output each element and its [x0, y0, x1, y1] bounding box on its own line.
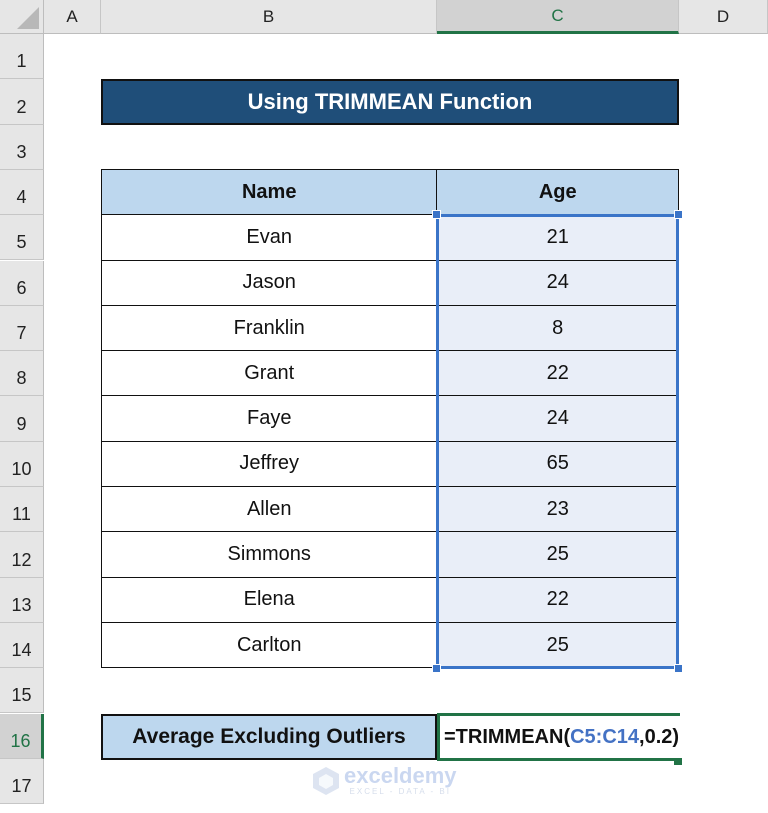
row-header-15[interactable]: 15 — [0, 668, 44, 714]
formula-cell-c16[interactable]: =TRIMMEAN(C5:C14,0.2) — [437, 713, 680, 761]
table-row: Jason 24 — [100, 259, 679, 306]
name-cell[interactable]: Allen — [100, 486, 438, 533]
row-header-10[interactable]: 10 — [0, 441, 44, 487]
table-row: Faye 24 — [100, 395, 679, 442]
age-cell[interactable]: 65 — [436, 440, 679, 488]
column-header-c[interactable]: C — [437, 0, 679, 34]
name-cell[interactable]: Grant — [100, 350, 438, 397]
name-cell[interactable]: Carlton — [100, 621, 438, 669]
row-header-14[interactable]: 14 — [0, 622, 44, 669]
watermark: exceldemy EXCEL - DATA - BI — [312, 765, 457, 796]
table-row: Allen 23 — [100, 486, 679, 533]
header-age[interactable]: Age — [436, 168, 679, 216]
row-header-12[interactable]: 12 — [0, 532, 44, 578]
row-header-8[interactable]: 8 — [0, 351, 44, 397]
table-row: Evan 21 — [100, 214, 679, 261]
age-cell[interactable]: 24 — [436, 395, 679, 442]
range-handle-top-right[interactable] — [674, 210, 683, 219]
row-header-3[interactable]: 3 — [0, 124, 44, 170]
watermark-tagline: EXCEL - DATA - BI — [349, 787, 451, 796]
formula-suffix: ,0.2) — [639, 725, 680, 748]
table-row: Jeffrey 65 — [100, 440, 679, 488]
row-header-4[interactable]: 4 — [0, 169, 44, 216]
formula-prefix: =TRIMMEAN( — [444, 725, 571, 748]
row-header-9[interactable]: 9 — [0, 396, 44, 442]
name-cell[interactable]: Elena — [100, 576, 438, 623]
watermark-brand: exceldemy — [344, 763, 457, 788]
name-cell[interactable]: Jason — [100, 259, 438, 306]
table-header-row: Name Age — [100, 168, 679, 216]
select-all-corner[interactable] — [0, 0, 44, 34]
age-cell[interactable]: 22 — [436, 576, 679, 623]
row-header-7[interactable]: 7 — [0, 305, 44, 352]
average-label-cell[interactable]: Average Excluding Outliers — [101, 714, 437, 760]
fill-handle[interactable] — [674, 758, 682, 765]
column-header-a[interactable]: A — [44, 0, 101, 34]
name-cell[interactable]: Evan — [100, 214, 438, 261]
table-row: Franklin 8 — [100, 304, 679, 352]
row-header-6[interactable]: 6 — [0, 260, 44, 306]
age-cell[interactable]: 21 — [436, 214, 679, 261]
age-cell[interactable]: 25 — [436, 531, 679, 578]
column-header-b[interactable]: B — [101, 0, 437, 34]
range-handle-top-left[interactable] — [432, 210, 441, 219]
row-header-11[interactable]: 11 — [0, 487, 44, 533]
formula-range-ref: C5:C14 — [570, 725, 640, 748]
age-cell[interactable]: 23 — [436, 486, 679, 533]
row-header-17[interactable]: 17 — [0, 758, 44, 805]
name-cell[interactable]: Faye — [100, 395, 438, 442]
age-cell[interactable]: 8 — [436, 304, 679, 352]
table-row: Elena 22 — [100, 576, 679, 623]
header-name[interactable]: Name — [100, 168, 438, 216]
table-row: Carlton 25 — [100, 621, 679, 669]
row-header-13[interactable]: 13 — [0, 577, 44, 623]
exceldemy-logo-icon — [313, 766, 339, 795]
range-handle-bottom-left[interactable] — [432, 664, 441, 673]
name-cell[interactable]: Jeffrey — [100, 440, 438, 488]
sheet-title[interactable]: Using TRIMMEAN Function — [101, 79, 679, 125]
age-cell[interactable]: 24 — [436, 259, 679, 306]
age-cell[interactable]: 22 — [436, 350, 679, 397]
table-row: Simmons 25 — [100, 531, 679, 578]
row-header-1[interactable]: 1 — [0, 34, 44, 80]
select-all-triangle-icon — [17, 7, 39, 29]
name-cell[interactable]: Franklin — [100, 304, 438, 352]
name-cell[interactable]: Simmons — [100, 531, 438, 578]
row-header-2[interactable]: 2 — [0, 79, 44, 125]
range-handle-bottom-right[interactable] — [674, 664, 683, 673]
row-header-5[interactable]: 5 — [0, 215, 44, 261]
column-header-d[interactable]: D — [679, 0, 768, 34]
age-cell[interactable]: 25 — [436, 621, 679, 669]
table-row: Grant 22 — [100, 350, 679, 397]
data-table: Name Age Evan 21 Jason 24 Franklin 8 Grant 22 Fa… — [100, 168, 679, 669]
row-header-16[interactable]: 16 — [0, 713, 44, 759]
